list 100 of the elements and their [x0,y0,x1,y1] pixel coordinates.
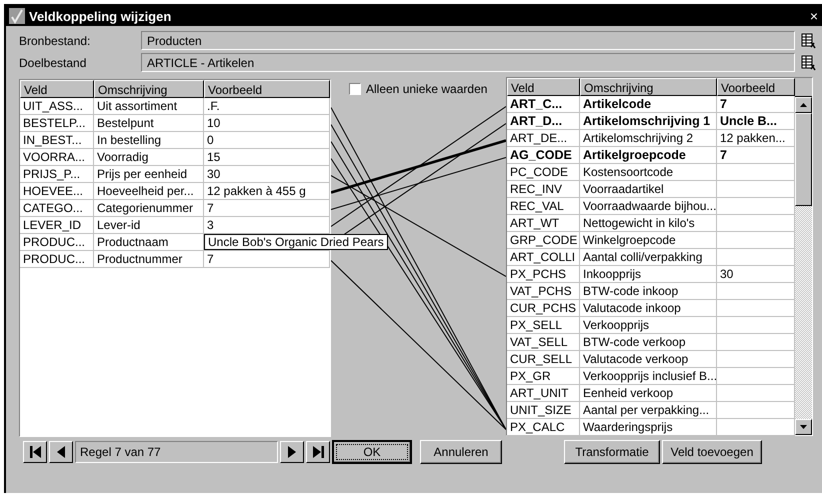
table-cell: BESTELP... [20,115,94,132]
last-icon [312,446,324,458]
table-cell: Bestelpunt [94,115,204,132]
table-cell: REC_INV [507,181,580,198]
table-cell: AG_CODE [507,147,580,164]
dialog-button[interactable]: OK [332,440,412,464]
previous-icon [57,446,65,458]
file-field[interactable]: Producten [141,31,795,50]
table-cell: Waarderingsprijs [580,419,717,436]
table-cell: Hoeveelheid per... [94,183,204,200]
table-cell: Artikelgroepcode [580,147,717,164]
tooltip: Uncle Bob's Organic Dried Pears [204,234,388,250]
table-cell: VAT_SELL [507,334,580,351]
column-header[interactable]: Omschrijving [580,78,717,96]
table-cell: HOEVEE... [20,183,94,200]
table-cell: PX_PCHS [507,266,580,283]
close-button[interactable]: × [810,9,818,23]
table-cell: Aantal per verpakking... [580,402,717,419]
table-cell: 12 pakken à 455 g [204,183,330,200]
table-cell: Lever-id [94,217,204,234]
first-icon [30,446,40,458]
table-cell: 30 [204,166,330,183]
table-cell: Aantal colli/verpakking [580,249,717,266]
table-cell: Valutacode verkoop [580,351,717,368]
table-cell: IN_BEST... [20,132,94,149]
table-cell: ART_WT [507,215,580,232]
column-header[interactable]: Veld [507,78,580,96]
table-icon [800,54,816,70]
scroll-down-button[interactable] [795,419,812,435]
table-icon [800,32,816,48]
table-cell: Prijs per eenheid [94,166,204,183]
table-cell: BTW-code verkoop [580,334,717,351]
table-cell: ART_DE... [507,130,580,147]
table-cell: VOORRA... [20,149,94,166]
dialog-button[interactable]: Annuleren [420,440,502,464]
table-cell: Inkoopprijs [580,266,717,283]
table-cell: CUR_SELL [507,351,580,368]
table-cell: REC_VAL [507,198,580,215]
table-cell: PRODUC... [20,234,94,251]
table-cell: Verkoopprijs inclusief B... [580,368,717,385]
table-cell: PX_SELL [507,317,580,334]
checkbox-label: Alleen unieke waarden [366,82,488,96]
table-cell: CUR_PCHS [507,300,580,317]
table-cell: ART_D... [507,113,580,130]
table-cell: UIT_ASS... [20,98,94,115]
table-cell: Nettogewicht in kilo's [580,215,717,232]
checkbox[interactable] [349,83,361,95]
table-cell: Artikelomschrijving 2 [580,130,717,147]
table-cell: Artikelcode [580,96,717,113]
table-cell: ART_C... [507,96,580,113]
table-cell: GRP_CODE [507,232,580,249]
dialog-button[interactable]: Veld toevoegen [662,440,762,464]
table-cell: Uit assortiment [94,98,204,115]
table-cell: PC_CODE [507,164,580,181]
next-record-button[interactable] [280,441,304,463]
table-cell: PRODUC... [20,251,94,268]
dialog-button[interactable]: Transformatie [564,440,660,464]
table-cell: Winkelgroepcode [580,232,717,249]
table-cell: ART_COLLI [507,249,580,266]
table-cell: LEVER_ID [20,217,94,234]
table-cell: UNIT_SIZE [507,402,580,419]
column-header[interactable]: Voorbeeld [204,80,330,98]
table-cell: ART_UNIT [507,385,580,402]
table-cell: 0 [204,132,330,149]
unique-checkbox[interactable]: Alleen unieke waarden [331,77,506,101]
file-field[interactable]: ARTICLE - Artikelen [141,53,795,72]
table-cell: Voorradig [94,149,204,166]
table-cell: BTW-code inkoop [580,283,717,300]
column-header[interactable]: Omschrijving [94,80,204,98]
record-field: Regel 7 van 77 [75,441,278,463]
table-cell: Eenheid verkoop [580,385,717,402]
first-record-button[interactable] [23,441,47,463]
up-arrow-icon [800,103,807,107]
scroll-thumb[interactable] [795,113,812,206]
column-header[interactable]: Veld [20,80,94,98]
table-cell: Voorraadartikel [580,181,717,198]
table-cell: VAT_PCHS [507,283,580,300]
next-icon [288,446,296,458]
table-cell: Kostensoortcode [580,164,717,181]
table-cell: 10 [204,115,330,132]
table-cell: PX_GR [507,368,580,385]
field-label: Bronbestand: [19,34,92,48]
last-record-button[interactable] [306,441,330,463]
table-cell: Artikelomschrijving 1 [580,113,717,130]
table-cell: In bestelling [94,132,204,149]
table-cell: CATEGO... [20,200,94,217]
table-cell: Productnummer [94,251,204,268]
table-cell: 15 [204,149,330,166]
column-header[interactable]: Voorbeeld [717,78,795,96]
table-cell: 7 [204,200,330,217]
table-cell: .F. [204,98,330,115]
table-cell: Voorraadwaarde bijhou... [580,198,717,215]
down-arrow-icon [800,425,807,429]
table-cell: Categorienummer [94,200,204,217]
table-cell: Verkoopprijs [580,317,717,334]
previous-record-button[interactable] [49,441,73,463]
table-cell: PRIJS_P... [20,166,94,183]
scroll-up-button[interactable] [795,97,812,113]
table-cell: 7 [204,251,330,268]
table-cell: Valutacode inkoop [580,300,717,317]
